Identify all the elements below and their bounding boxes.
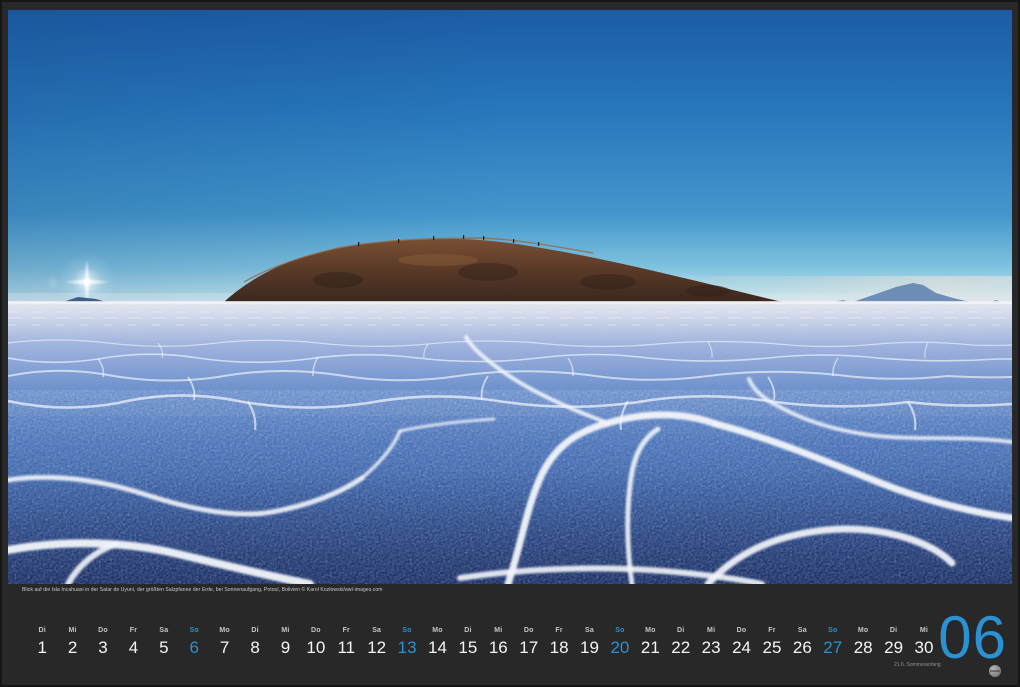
calendar-day: Mo 28	[848, 627, 878, 658]
calendar-day: Sa 26	[787, 627, 817, 658]
weekday-label: Mi	[909, 627, 939, 634]
calendar-day: Mi 30	[909, 627, 939, 658]
photo-scene	[8, 10, 1012, 584]
photo-caption: Blick auf die Isla Incahuasi in der Sala…	[22, 587, 383, 593]
weekday-label: Mo	[209, 627, 239, 634]
date-number: 27	[818, 638, 848, 658]
date-number: 14	[422, 638, 452, 658]
calendar-day: Mi 16	[483, 627, 513, 658]
calendar-day: So 20	[605, 627, 635, 658]
date-number: 8	[240, 638, 270, 658]
weekday-label: So	[605, 627, 635, 634]
calendar-day: Di 8	[240, 627, 270, 658]
date-number: 20	[605, 638, 635, 658]
weekday-label: Do	[726, 627, 756, 634]
calendar-day: Di 29	[878, 627, 908, 658]
salt-flat	[8, 301, 1012, 584]
calendar-day: So 6	[179, 627, 209, 658]
month-number: 06	[938, 613, 1007, 663]
date-number: 17	[514, 638, 544, 658]
weekday-label: Mi	[270, 627, 300, 634]
date-number: 25	[757, 638, 787, 658]
weekday-label: Di	[666, 627, 696, 634]
date-number: 12	[361, 638, 391, 658]
weekday-label: Mo	[848, 627, 878, 634]
date-number: 2	[57, 638, 87, 658]
date-number: 4	[118, 638, 148, 658]
weekday-label: Mi	[483, 627, 513, 634]
weekday-label: So	[818, 627, 848, 634]
publisher-logo	[989, 665, 1001, 677]
date-number: 19	[574, 638, 604, 658]
weekday-label: Mi	[57, 627, 87, 634]
date-number: 15	[453, 638, 483, 658]
date-number: 6	[179, 638, 209, 658]
weekday-label: Fr	[118, 627, 148, 634]
calendar-day: Di 22	[666, 627, 696, 658]
weekday-label: Sa	[787, 627, 817, 634]
date-number: 7	[209, 638, 239, 658]
calendar-day: Mi 23	[696, 627, 726, 658]
date-number: 16	[483, 638, 513, 658]
date-number: 18	[544, 638, 574, 658]
calendar-day: Di 1	[27, 627, 57, 658]
calendar-row: Di 1 Mi 2 Do 3 Fr 4 Sa 5 So 6 Mo 7 Di 8 …	[27, 627, 939, 658]
calendar-day: Fr 18	[544, 627, 574, 658]
weekday-label: Mo	[422, 627, 452, 634]
date-number: 13	[392, 638, 422, 658]
weekday-label: Sa	[361, 627, 391, 634]
weekday-label: Di	[240, 627, 270, 634]
calendar-day: Fr 11	[331, 627, 361, 658]
calendar-day: So 27	[818, 627, 848, 658]
date-number: 23	[696, 638, 726, 658]
weekday-label: Sa	[574, 627, 604, 634]
calendar-day: Do 17	[514, 627, 544, 658]
calendar-day: Sa 19	[574, 627, 604, 658]
calendar-day: Do 3	[88, 627, 118, 658]
weekday-label: Di	[878, 627, 908, 634]
calendar-day: Mo 21	[635, 627, 665, 658]
calendar-page: Blick auf die Isla Incahuasi in der Sala…	[0, 0, 1020, 687]
weekday-label: So	[392, 627, 422, 634]
date-number: 5	[149, 638, 179, 658]
date-number: 21	[635, 638, 665, 658]
calendar-day: Mo 14	[422, 627, 452, 658]
calendar-day: Do 24	[726, 627, 756, 658]
weekday-label: Sa	[149, 627, 179, 634]
weekday-label: Do	[301, 627, 331, 634]
date-number: 29	[878, 638, 908, 658]
date-number: 9	[270, 638, 300, 658]
weekday-label: Do	[88, 627, 118, 634]
date-number: 30	[909, 638, 939, 658]
calendar-day: Sa 5	[149, 627, 179, 658]
weekday-label: Di	[453, 627, 483, 634]
weekday-label: Mi	[696, 627, 726, 634]
weekday-label: Fr	[331, 627, 361, 634]
date-number: 24	[726, 638, 756, 658]
calendar-day: Di 15	[453, 627, 483, 658]
solstice-note: 21.6. Sommeranfang	[894, 662, 941, 668]
calendar-day: Do 10	[301, 627, 331, 658]
landscape-photo	[8, 10, 1012, 584]
date-number: 22	[666, 638, 696, 658]
calendar-day: Mi 9	[270, 627, 300, 658]
weekday-label: Mo	[635, 627, 665, 634]
calendar-day: Sa 12	[361, 627, 391, 658]
weekday-label: Do	[514, 627, 544, 634]
weekday-label: Fr	[757, 627, 787, 634]
weekday-label: So	[179, 627, 209, 634]
date-number: 26	[787, 638, 817, 658]
date-number: 10	[301, 638, 331, 658]
date-number: 1	[27, 638, 57, 658]
weekday-label: Fr	[544, 627, 574, 634]
calendar-day: Fr 25	[757, 627, 787, 658]
calendar-day: Fr 4	[118, 627, 148, 658]
weekday-label: Di	[27, 627, 57, 634]
date-number: 11	[331, 638, 361, 658]
calendar-day: Mo 7	[209, 627, 239, 658]
date-number: 3	[88, 638, 118, 658]
calendar-day: So 13	[392, 627, 422, 658]
calendar-day: Mi 2	[57, 627, 87, 658]
date-number: 28	[848, 638, 878, 658]
